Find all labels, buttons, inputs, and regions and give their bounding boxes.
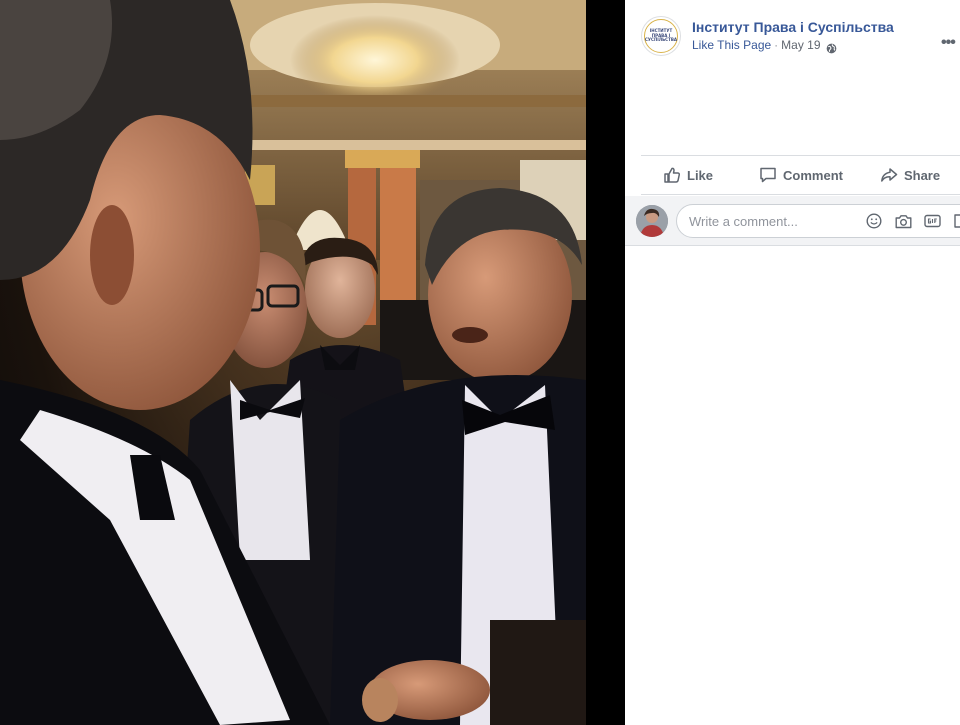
share-label: Share xyxy=(903,167,941,183)
sticker-icon[interactable] xyxy=(952,213,960,229)
user-avatar[interactable] xyxy=(636,205,668,237)
meta-separator: · xyxy=(774,38,779,52)
post-header-text: Інститут Права і Суспільства Like This P… xyxy=(692,18,894,53)
emoji-icon[interactable] xyxy=(865,213,883,229)
photo-stage[interactable] xyxy=(0,0,625,725)
post-sidebar: ІНСТИТУТ ПРАВА І СУСПІЛЬСТВА Інститут Пр… xyxy=(625,0,960,725)
comment-label: Comment xyxy=(783,167,843,183)
logo-text: ІНСТИТУТ ПРАВА І СУСПІЛЬСТВА xyxy=(645,28,677,43)
logo-ring: ІНСТИТУТ ПРАВА І СУСПІЛЬСТВА xyxy=(644,19,678,53)
photo-viewer: ІНСТИТУТ ПРАВА І СУСПІЛЬСТВА Інститут Пр… xyxy=(0,0,960,725)
globe-icon[interactable] xyxy=(826,42,837,53)
comment-button[interactable]: Comment xyxy=(759,156,843,194)
event-photo[interactable] xyxy=(0,0,586,725)
post-actions-bar: Like Comment Share xyxy=(641,155,960,195)
post-date[interactable]: May 19 xyxy=(781,37,820,53)
post-header: ІНСТИТУТ ПРАВА І СУСПІЛЬСТВА Інститут Пр… xyxy=(641,16,956,56)
photo-stage-gap xyxy=(586,0,625,725)
page-avatar[interactable]: ІНСТИТУТ ПРАВА І СУСПІЛЬСТВА xyxy=(641,16,681,56)
thumbs-up-icon xyxy=(664,167,681,183)
gif-icon[interactable] xyxy=(923,213,941,229)
comment-composer xyxy=(625,196,960,246)
camera-icon[interactable] xyxy=(894,213,912,229)
comment-icon xyxy=(760,167,776,183)
like-page-link[interactable]: Like This Page xyxy=(692,37,771,53)
comment-input-icons xyxy=(865,213,960,229)
like-button[interactable]: Like xyxy=(663,156,713,194)
like-label: Like xyxy=(687,167,714,183)
page-name-link[interactable]: Інститут Права і Суспільства xyxy=(692,18,894,36)
share-button[interactable]: Share xyxy=(880,156,940,194)
share-icon xyxy=(881,168,898,182)
post-meta: Like This Page · May 19 xyxy=(692,37,894,53)
